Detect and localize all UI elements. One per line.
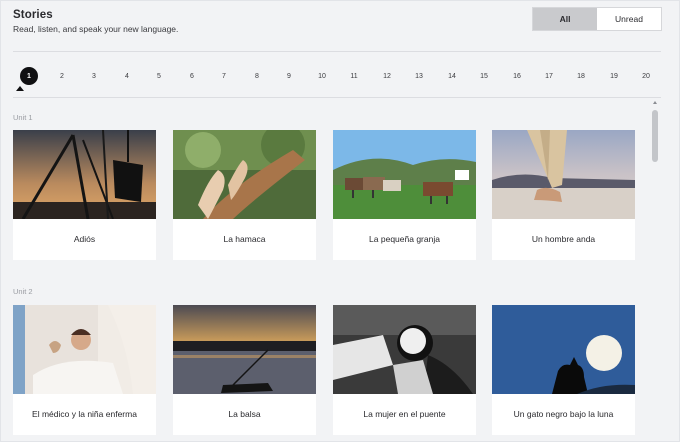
page-13-button[interactable]: 13 — [407, 67, 431, 85]
page-5-button[interactable]: 5 — [147, 67, 171, 85]
story-card-el-medico[interactable]: El médico y la niña enferma — [13, 305, 156, 435]
story-title: Un gato negro bajo la luna — [513, 408, 614, 419]
page-14-button[interactable]: 14 — [440, 67, 464, 85]
page-20-button[interactable]: 20 — [634, 67, 658, 85]
scroll-up-arrow-icon[interactable] — [653, 101, 657, 104]
story-thumbnail — [492, 305, 635, 394]
story-card-un-gato-negro[interactable]: Un gato negro bajo la luna — [492, 305, 635, 435]
page-19-button[interactable]: 19 — [602, 67, 626, 85]
story-title: Adiós — [73, 233, 96, 244]
page-18-button[interactable]: 18 — [569, 67, 593, 85]
story-card-adios[interactable]: Adiós — [13, 130, 156, 260]
story-title: La pequeña granja — [369, 233, 440, 244]
page-16-button[interactable]: 16 — [505, 67, 529, 85]
scrollbar-thumb[interactable] — [652, 110, 658, 162]
page-3-button[interactable]: 3 — [82, 67, 106, 85]
story-thumbnail — [492, 130, 635, 219]
filter-unread-button[interactable]: Unread — [597, 8, 661, 30]
story-thumbnail — [173, 305, 316, 394]
pager-divider — [13, 97, 661, 98]
page-6-button[interactable]: 6 — [180, 67, 204, 85]
story-thumbnail — [13, 130, 156, 219]
story-card-la-balsa[interactable]: La balsa — [173, 305, 316, 435]
story-thumbnail — [333, 130, 476, 219]
filter-all-button[interactable]: All — [533, 8, 597, 30]
story-title: La hamaca — [223, 233, 266, 244]
story-thumbnail — [13, 305, 156, 394]
page-2-button[interactable]: 2 — [50, 67, 74, 85]
story-card-la-hamaca[interactable]: La hamaca — [173, 130, 316, 260]
stories-app: Stories Read, listen, and speak your new… — [0, 0, 680, 442]
unit-pager: 1 2 3 4 5 6 7 8 9 10 11 12 13 14 15 16 1… — [13, 63, 661, 91]
unit-2-label: Unit 2 — [13, 287, 33, 296]
page-15-button[interactable]: 15 — [472, 67, 496, 85]
story-title: Un hombre anda — [531, 233, 596, 244]
story-card-la-mujer-en-el-puente[interactable]: La mujer en el puente — [333, 305, 476, 435]
story-title: La balsa — [228, 408, 261, 419]
page-17-button[interactable]: 17 — [537, 67, 561, 85]
page-8-button[interactable]: 8 — [245, 67, 269, 85]
unit-1-label: Unit 1 — [13, 113, 33, 122]
page-title: Stories — [13, 9, 53, 21]
story-card-la-pequena-granja[interactable]: La pequeña granja — [333, 130, 476, 260]
page-10-button[interactable]: 10 — [310, 67, 334, 85]
page-4-button[interactable]: 4 — [115, 67, 139, 85]
current-page-caret-icon — [16, 86, 24, 91]
page-7-button[interactable]: 7 — [212, 67, 236, 85]
story-title: La mujer en el puente — [363, 408, 446, 419]
page-11-button[interactable]: 11 — [342, 67, 366, 85]
filter-toggle: All Unread — [532, 7, 662, 31]
story-thumbnail — [333, 305, 476, 394]
page-subtitle: Read, listen, and speak your new languag… — [13, 24, 179, 34]
story-card-un-hombre-anda[interactable]: Un hombre anda — [492, 130, 635, 260]
page-9-button[interactable]: 9 — [277, 67, 301, 85]
header-divider — [13, 51, 661, 52]
page-header: Stories Read, listen, and speak your new… — [13, 9, 178, 34]
story-title: El médico y la niña enferma — [32, 408, 137, 419]
vertical-scrollbar[interactable] — [651, 101, 659, 441]
page-12-button[interactable]: 12 — [375, 67, 399, 85]
page-1-button[interactable]: 1 — [20, 67, 38, 85]
story-thumbnail — [173, 130, 316, 219]
